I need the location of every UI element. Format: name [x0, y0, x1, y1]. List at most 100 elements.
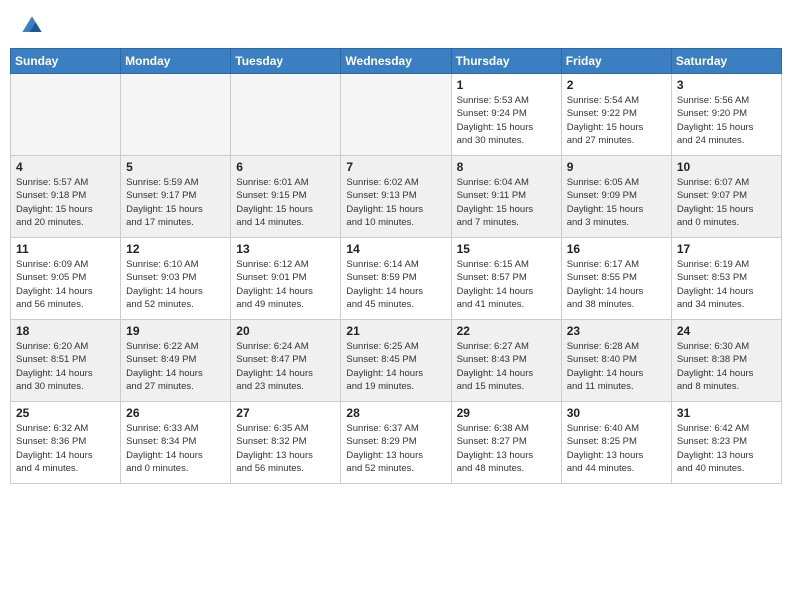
- day-info: Sunrise: 6:12 AM Sunset: 9:01 PM Dayligh…: [236, 258, 335, 311]
- calendar-cell: 6 Sunrise: 6:01 AM Sunset: 9:15 PM Daylig…: [231, 156, 341, 238]
- day-info: Sunrise: 6:42 AM Sunset: 8:23 PM Dayligh…: [677, 422, 776, 475]
- calendar-cell: 25Sunrise: 6:32 AM Sunset: 8:36 PM Dayli…: [11, 402, 121, 484]
- calendar-cell: 12 Sunrise: 6:10 AM Sunset: 9:03 PM Dayli…: [121, 238, 231, 320]
- day-number: 19: [126, 324, 225, 338]
- column-header-sunday: Sunday: [11, 49, 121, 74]
- day-number: 2: [567, 78, 666, 92]
- day-number: 18: [16, 324, 115, 338]
- calendar-cell: 31 Sunrise: 6:42 AM Sunset: 8:23 PM Dayli…: [671, 402, 781, 484]
- calendar-container: SundayMondayTuesdayWednesdayThursdayFrid…: [0, 44, 792, 492]
- day-info: Sunrise: 6:14 AM Sunset: 8:59 PM Dayligh…: [346, 258, 445, 311]
- calendar-cell: 22 Sunrise: 6:27 AM Sunset: 8:43 PM Dayli…: [451, 320, 561, 402]
- calendar-cell: 14 Sunrise: 6:14 AM Sunset: 8:59 PM Dayli…: [341, 238, 451, 320]
- day-info: Sunrise: 6:02 AM Sunset: 9:13 PM Dayligh…: [346, 176, 445, 229]
- calendar-cell: 27 Sunrise: 6:35 AM Sunset: 8:32 PM Dayli…: [231, 402, 341, 484]
- day-info: Sunrise: 6:05 AM Sunset: 9:09 PM Dayligh…: [567, 176, 666, 229]
- day-number: 29: [457, 406, 556, 420]
- calendar-cell: 19 Sunrise: 6:22 AM Sunset: 8:49 PM Dayli…: [121, 320, 231, 402]
- day-number: 23: [567, 324, 666, 338]
- day-info: Sunrise: 6:15 AM Sunset: 8:57 PM Dayligh…: [457, 258, 556, 311]
- day-info: Sunrise: 6:37 AM Sunset: 8:29 PM Dayligh…: [346, 422, 445, 475]
- calendar-cell: 28 Sunrise: 6:37 AM Sunset: 8:29 PM Dayli…: [341, 402, 451, 484]
- day-info: Sunrise: 6:01 AM Sunset: 9:15 PM Dayligh…: [236, 176, 335, 229]
- calendar-cell: 30 Sunrise: 6:40 AM Sunset: 8:25 PM Dayli…: [561, 402, 671, 484]
- day-info: Sunrise: 6:25 AM Sunset: 8:45 PM Dayligh…: [346, 340, 445, 393]
- calendar-cell: 2 Sunrise: 5:54 AM Sunset: 9:22 PM Daylig…: [561, 74, 671, 156]
- day-number: 8: [457, 160, 556, 174]
- day-info: Sunrise: 6:17 AM Sunset: 8:55 PM Dayligh…: [567, 258, 666, 311]
- day-number: 12: [126, 242, 225, 256]
- day-number: 1: [457, 78, 556, 92]
- day-number: 24: [677, 324, 776, 338]
- day-info: Sunrise: 6:27 AM Sunset: 8:43 PM Dayligh…: [457, 340, 556, 393]
- column-header-friday: Friday: [561, 49, 671, 74]
- calendar-cell: 7 Sunrise: 6:02 AM Sunset: 9:13 PM Daylig…: [341, 156, 451, 238]
- day-number: 20: [236, 324, 335, 338]
- day-info: Sunrise: 5:59 AM Sunset: 9:17 PM Dayligh…: [126, 176, 225, 229]
- day-number: 22: [457, 324, 556, 338]
- column-header-wednesday: Wednesday: [341, 49, 451, 74]
- day-number: 27: [236, 406, 335, 420]
- calendar-cell: [231, 74, 341, 156]
- day-number: 28: [346, 406, 445, 420]
- page-header: [0, 0, 792, 44]
- column-header-thursday: Thursday: [451, 49, 561, 74]
- calendar-week-row: 18 Sunrise: 6:20 AM Sunset: 8:51 PM Dayli…: [11, 320, 782, 402]
- day-number: 14: [346, 242, 445, 256]
- day-number: 21: [346, 324, 445, 338]
- column-header-tuesday: Tuesday: [231, 49, 341, 74]
- calendar-cell: 8 Sunrise: 6:04 AM Sunset: 9:11 PM Daylig…: [451, 156, 561, 238]
- calendar-week-row: 11Sunrise: 6:09 AM Sunset: 9:05 PM Dayli…: [11, 238, 782, 320]
- day-info: Sunrise: 6:10 AM Sunset: 9:03 PM Dayligh…: [126, 258, 225, 311]
- day-info: Sunrise: 6:22 AM Sunset: 8:49 PM Dayligh…: [126, 340, 225, 393]
- calendar-cell: 4Sunrise: 5:57 AM Sunset: 9:18 PM Daylig…: [11, 156, 121, 238]
- day-info: Sunrise: 6:40 AM Sunset: 8:25 PM Dayligh…: [567, 422, 666, 475]
- calendar-cell: 29Sunrise: 6:38 AM Sunset: 8:27 PM Dayli…: [451, 402, 561, 484]
- day-number: 17: [677, 242, 776, 256]
- calendar-cell: [11, 74, 121, 156]
- day-info: Sunrise: 5:54 AM Sunset: 9:22 PM Dayligh…: [567, 94, 666, 147]
- day-number: 26: [126, 406, 225, 420]
- column-header-saturday: Saturday: [671, 49, 781, 74]
- day-number: 10: [677, 160, 776, 174]
- calendar-cell: 11Sunrise: 6:09 AM Sunset: 9:05 PM Dayli…: [11, 238, 121, 320]
- day-info: Sunrise: 6:04 AM Sunset: 9:11 PM Dayligh…: [457, 176, 556, 229]
- day-number: 5: [126, 160, 225, 174]
- calendar-cell: 26Sunrise: 6:33 AM Sunset: 8:34 PM Dayli…: [121, 402, 231, 484]
- calendar-cell: 13 Sunrise: 6:12 AM Sunset: 9:01 PM Dayli…: [231, 238, 341, 320]
- day-info: Sunrise: 6:32 AM Sunset: 8:36 PM Dayligh…: [16, 422, 115, 475]
- calendar-cell: 10Sunrise: 6:07 AM Sunset: 9:07 PM Dayli…: [671, 156, 781, 238]
- calendar-week-row: 4Sunrise: 5:57 AM Sunset: 9:18 PM Daylig…: [11, 156, 782, 238]
- day-number: 9: [567, 160, 666, 174]
- calendar-cell: 17 Sunrise: 6:19 AM Sunset: 8:53 PM Dayli…: [671, 238, 781, 320]
- column-header-monday: Monday: [121, 49, 231, 74]
- logo: [20, 14, 48, 38]
- day-number: 6: [236, 160, 335, 174]
- day-number: 31: [677, 406, 776, 420]
- day-info: Sunrise: 6:19 AM Sunset: 8:53 PM Dayligh…: [677, 258, 776, 311]
- calendar-cell: 5 Sunrise: 5:59 AM Sunset: 9:17 PM Daylig…: [121, 156, 231, 238]
- day-info: Sunrise: 6:35 AM Sunset: 8:32 PM Dayligh…: [236, 422, 335, 475]
- calendar-table: SundayMondayTuesdayWednesdayThursdayFrid…: [10, 48, 782, 484]
- calendar-cell: [121, 74, 231, 156]
- calendar-cell: 20 Sunrise: 6:24 AM Sunset: 8:47 PM Dayli…: [231, 320, 341, 402]
- calendar-week-row: 1 Sunrise: 5:53 AM Sunset: 9:24 PM Daylig…: [11, 74, 782, 156]
- day-info: Sunrise: 6:20 AM Sunset: 8:51 PM Dayligh…: [16, 340, 115, 393]
- day-number: 3: [677, 78, 776, 92]
- day-number: 7: [346, 160, 445, 174]
- day-info: Sunrise: 5:53 AM Sunset: 9:24 PM Dayligh…: [457, 94, 556, 147]
- day-info: Sunrise: 6:28 AM Sunset: 8:40 PM Dayligh…: [567, 340, 666, 393]
- calendar-cell: 3Sunrise: 5:56 AM Sunset: 9:20 PM Daylig…: [671, 74, 781, 156]
- calendar-cell: 23 Sunrise: 6:28 AM Sunset: 8:40 PM Dayli…: [561, 320, 671, 402]
- day-info: Sunrise: 6:24 AM Sunset: 8:47 PM Dayligh…: [236, 340, 335, 393]
- calendar-cell: 21 Sunrise: 6:25 AM Sunset: 8:45 PM Dayli…: [341, 320, 451, 402]
- calendar-cell: 9 Sunrise: 6:05 AM Sunset: 9:09 PM Daylig…: [561, 156, 671, 238]
- calendar-week-row: 25Sunrise: 6:32 AM Sunset: 8:36 PM Dayli…: [11, 402, 782, 484]
- day-number: 30: [567, 406, 666, 420]
- calendar-cell: 15Sunrise: 6:15 AM Sunset: 8:57 PM Dayli…: [451, 238, 561, 320]
- day-number: 13: [236, 242, 335, 256]
- calendar-cell: 1 Sunrise: 5:53 AM Sunset: 9:24 PM Daylig…: [451, 74, 561, 156]
- calendar-cell: 16Sunrise: 6:17 AM Sunset: 8:55 PM Dayli…: [561, 238, 671, 320]
- day-info: Sunrise: 6:09 AM Sunset: 9:05 PM Dayligh…: [16, 258, 115, 311]
- calendar-header-row: SundayMondayTuesdayWednesdayThursdayFrid…: [11, 49, 782, 74]
